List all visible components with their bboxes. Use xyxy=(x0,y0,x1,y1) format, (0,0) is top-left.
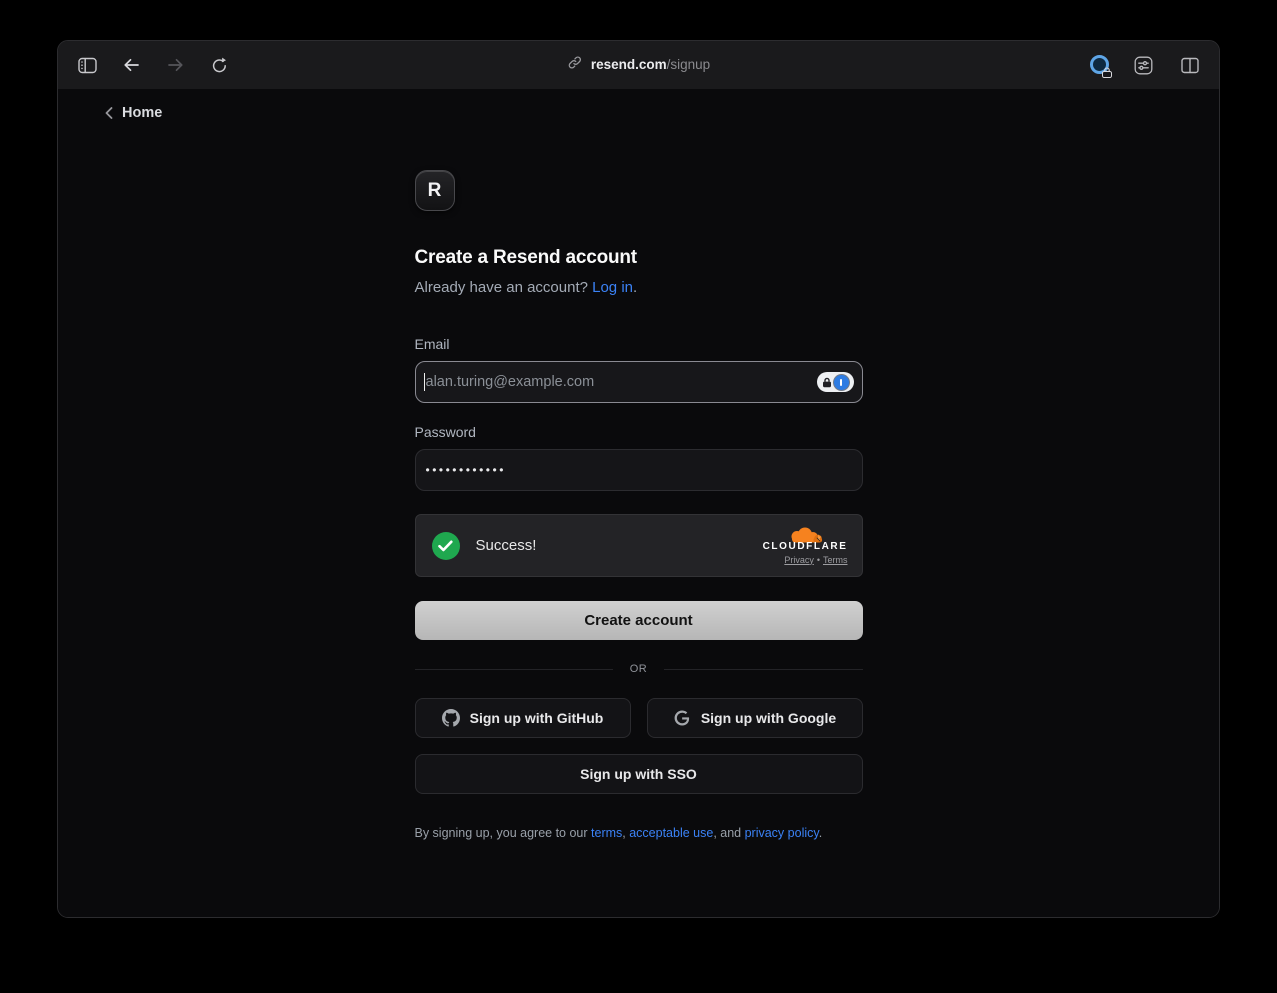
lock-badge-icon xyxy=(1101,67,1113,78)
legal-sep2: , and xyxy=(713,826,744,840)
create-account-button[interactable]: Create account xyxy=(415,601,863,640)
sidebar-toggle-icon[interactable] xyxy=(72,50,102,80)
signup-github-label: Sign up with GitHub xyxy=(470,710,604,726)
signup-form-container: R Create a Resend account Already have a… xyxy=(415,89,863,840)
oauth-buttons-row: Sign up with GitHub Sign up with Google xyxy=(415,698,863,738)
back-button-icon[interactable] xyxy=(116,50,146,80)
resend-logo-letter: R xyxy=(428,180,442,202)
onepassword-icon xyxy=(834,375,849,390)
chevron-left-icon xyxy=(105,107,113,119)
signup-google-label: Sign up with Google xyxy=(701,710,836,726)
legal-text-prefix: By signing up, you agree to our xyxy=(415,826,592,840)
divider-label: OR xyxy=(630,663,648,675)
signup-sso-button[interactable]: Sign up with SSO xyxy=(415,754,863,794)
divider-line-left xyxy=(415,669,613,670)
cloudflare-turnstile-widget: Success! xyxy=(415,514,863,577)
legal-text-suffix: . xyxy=(819,826,822,840)
email-input[interactable] xyxy=(415,361,863,403)
login-prompt: Already have an account? Log in. xyxy=(415,279,863,296)
link-icon xyxy=(567,55,582,75)
forward-button-icon[interactable] xyxy=(160,50,190,80)
home-back-link[interactable]: Home xyxy=(105,105,162,121)
lock-icon xyxy=(822,377,832,388)
reload-button-icon[interactable] xyxy=(204,50,234,80)
success-check-icon xyxy=(432,532,460,560)
captcha-status-text: Success! xyxy=(476,537,537,554)
address-bar[interactable]: resend.com/signup xyxy=(567,55,710,75)
acceptable-use-link[interactable]: acceptable use xyxy=(629,826,713,840)
login-link[interactable]: Log in xyxy=(592,279,633,296)
cloudflare-privacy-link[interactable]: Privacy xyxy=(784,555,814,565)
signup-page: Home R Create a Resend account Already h… xyxy=(58,89,1219,918)
browser-window: resend.com/signup xyxy=(57,40,1220,918)
home-link-label: Home xyxy=(122,105,162,121)
cloudflare-wordmark: CLOUDFLARE xyxy=(763,542,848,552)
password-manager-fill-button[interactable] xyxy=(817,372,854,392)
cloudflare-links: Privacy•Terms xyxy=(784,555,847,565)
cloudflare-brand-block: CLOUDFLARE Privacy•Terms xyxy=(763,527,848,565)
privacy-policy-link[interactable]: privacy policy xyxy=(745,826,819,840)
login-prompt-period: . xyxy=(633,279,637,296)
email-input-wrap xyxy=(415,361,863,403)
legal-footer: By signing up, you agree to our terms , a… xyxy=(415,826,863,840)
resend-logo: R xyxy=(415,170,455,211)
url-path: /signup xyxy=(667,57,711,72)
password-label: Password xyxy=(415,424,863,440)
desktop-background: resend.com/signup xyxy=(0,0,1277,993)
password-input[interactable] xyxy=(415,449,863,491)
password-input-wrap xyxy=(415,449,863,491)
extensions-settings-icon[interactable] xyxy=(1128,50,1158,80)
split-view-icon[interactable] xyxy=(1175,50,1205,80)
signup-google-button[interactable]: Sign up with Google xyxy=(647,698,863,738)
cloudflare-terms-link[interactable]: Terms xyxy=(823,555,848,565)
google-icon xyxy=(673,709,691,727)
terms-link[interactable]: terms xyxy=(591,826,622,840)
url-text: resend.com/signup xyxy=(591,56,710,74)
github-icon xyxy=(442,709,460,727)
divider-line-right xyxy=(664,669,862,670)
email-label: Email xyxy=(415,336,863,352)
signup-github-button[interactable]: Sign up with GitHub xyxy=(415,698,631,738)
browser-toolbar: resend.com/signup xyxy=(58,41,1219,89)
url-host: resend.com xyxy=(591,57,667,72)
page-title: Create a Resend account xyxy=(415,247,863,269)
login-prompt-text: Already have an account? xyxy=(415,279,593,296)
password-manager-extension-icon[interactable] xyxy=(1090,55,1111,76)
toolbar-left-group xyxy=(72,50,234,80)
links-separator: • xyxy=(817,555,820,565)
or-divider: OR xyxy=(415,663,863,675)
text-caret xyxy=(424,373,426,391)
signup-sso-label: Sign up with SSO xyxy=(580,766,697,782)
toolbar-right-group xyxy=(1090,50,1205,80)
